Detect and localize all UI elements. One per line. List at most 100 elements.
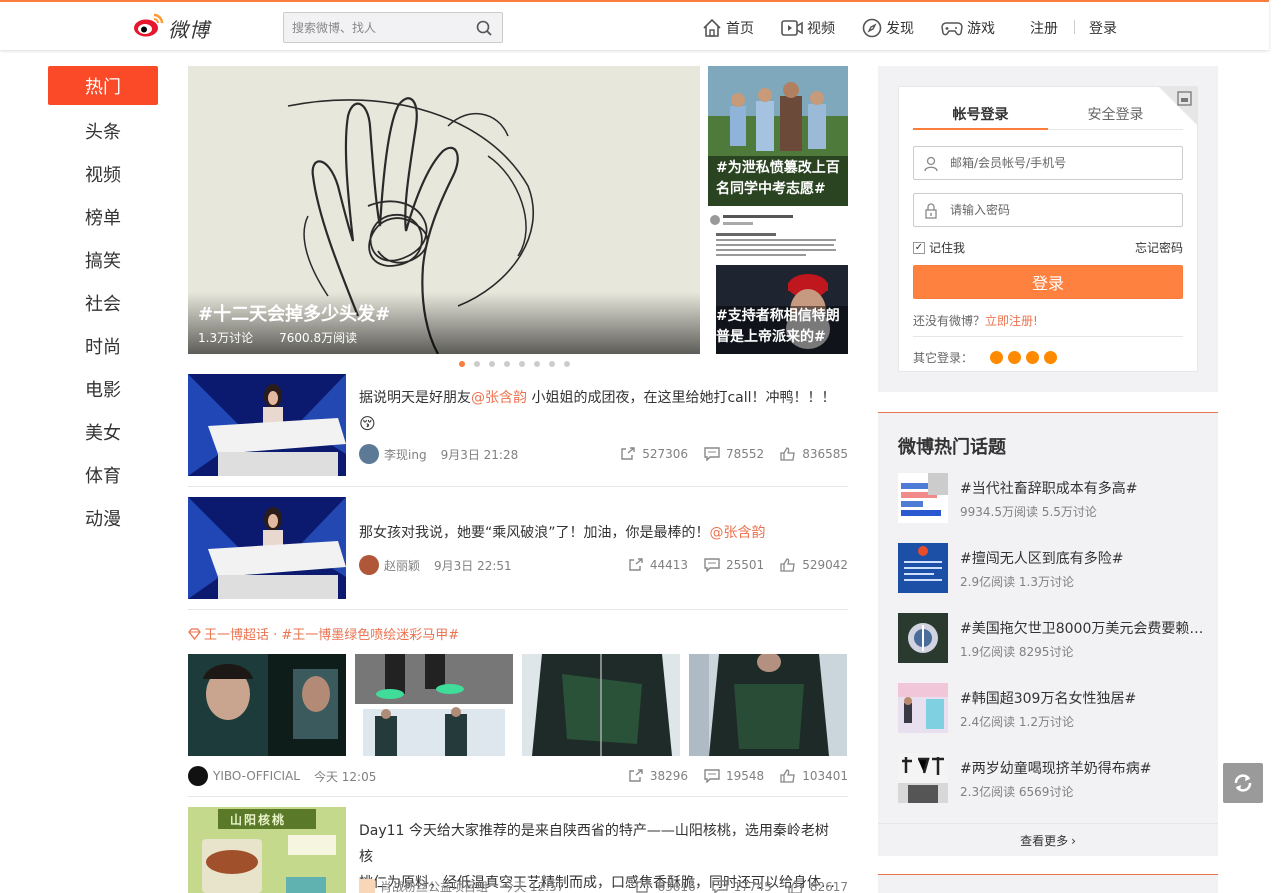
qq-icon[interactable] — [990, 351, 1004, 364]
carousel-main-slide[interactable]: #十二天会掉多少头发# 1.3万讨论 7600.8万阅读 — [188, 66, 700, 354]
carousel-dot-1[interactable] — [459, 361, 465, 367]
feed-text-part: 那女孩对我说，她要“乘风破浪”了！加油，你是最棒的！ — [359, 525, 710, 541]
search-icon[interactable] — [476, 20, 492, 36]
mention-link[interactable]: @张含韵 — [710, 525, 766, 541]
side-card-1-title: #为泄私愤篡改上百名同学中考志愿# — [716, 160, 840, 197]
feed-thumbnail[interactable] — [188, 497, 346, 599]
repost-button[interactable]: 44413 — [628, 558, 688, 572]
comment-button[interactable]: 78552 — [704, 447, 764, 461]
register-now-link[interactable]: 立即注册! — [985, 314, 1038, 328]
remember-checkbox[interactable]: ✓ — [913, 241, 925, 254]
grid-image-4[interactable] — [689, 654, 847, 756]
carousel-dots — [459, 361, 570, 367]
see-more-link[interactable]: 查看更多 › — [878, 823, 1218, 857]
feed-thumbnail[interactable]: 山阳核桃 — [188, 807, 346, 893]
avatar[interactable] — [359, 444, 379, 464]
nav-discover[interactable]: 发现 — [862, 17, 914, 39]
carousel-dot-4[interactable] — [504, 361, 510, 367]
like-button[interactable]: 529042 — [780, 558, 848, 572]
super-topic-link[interactable]: 王一博超话 · #王一博墨绿色喷绘迷彩马甲# — [188, 624, 459, 643]
carousel-main-title[interactable]: #十二天会掉多少头发# — [198, 300, 390, 326]
carousel-side-card-2[interactable]: #支持者称相信特朗普是上帝派来的# — [708, 211, 848, 354]
wechat-icon[interactable] — [1026, 351, 1040, 364]
carousel-dot-8[interactable] — [564, 361, 570, 367]
login-button[interactable]: 登录 — [913, 265, 1183, 299]
tianyi-icon[interactable] — [1044, 351, 1058, 364]
author-name[interactable]: 赵丽颖 — [384, 557, 420, 574]
author-name[interactable]: 肖战粉丝公益项目组 — [380, 878, 488, 893]
hot-topic-item[interactable]: #当代社畜辞职成本有多高# 9934.5万阅读 5.5万讨论 — [898, 473, 1208, 523]
carousel-side-card-1[interactable]: #为泄私愤篡改上百名同学中考志愿# — [708, 66, 848, 206]
category-beauty[interactable]: 美女 — [48, 410, 158, 453]
who-logo-photo — [898, 613, 948, 663]
grid-image-3[interactable] — [522, 654, 680, 756]
author-name[interactable]: YIBO-OFFICIAL — [213, 769, 300, 783]
hot-topic-item[interactable]: #美国拖欠世卫8000万美元会费要赖账# 1.9亿阅读 8295讨论 — [898, 613, 1208, 663]
taobao-icon[interactable] — [1008, 351, 1022, 364]
nav-home-label: 首页 — [726, 21, 754, 37]
category-fashion[interactable]: 时尚 — [48, 324, 158, 367]
repost-icon — [636, 879, 651, 893]
refresh-button[interactable] — [1223, 763, 1263, 803]
author-name[interactable]: 李现ing — [384, 446, 427, 463]
lock-icon — [925, 203, 937, 219]
repost-button[interactable]: 527306 — [620, 447, 688, 461]
grid-image-1[interactable] — [188, 654, 346, 756]
register-link[interactable]: 注册 — [1030, 17, 1058, 39]
category-rankings[interactable]: 榜单 — [48, 195, 158, 238]
grid-image-2[interactable] — [355, 654, 513, 756]
post-time: 9月3日 22:51 — [434, 558, 512, 573]
category-headlines[interactable]: 头条 — [48, 109, 158, 152]
category-movies[interactable]: 电影 — [48, 367, 158, 410]
avatar[interactable] — [188, 766, 208, 786]
category-society[interactable]: 社会 — [48, 281, 158, 324]
username-input[interactable] — [950, 155, 1170, 171]
like-button[interactable]: 103401 — [780, 769, 848, 783]
like-button[interactable]: 82617 — [788, 880, 848, 893]
category-hot[interactable]: 热门 — [48, 66, 158, 105]
avatar[interactable] — [359, 555, 379, 575]
forgot-password-link[interactable]: 忘记密码 — [1135, 239, 1183, 256]
hot-topic-item[interactable]: #韩国超309万名女性独居# 2.4亿阅读 1.2万讨论 — [898, 683, 1208, 733]
feed-counts: 63616 17745 82617 — [635, 880, 848, 893]
mention-link[interactable]: @张含韵 — [471, 390, 527, 406]
nav-video[interactable]: 视频 — [781, 17, 835, 39]
repost-button[interactable]: 63616 — [635, 879, 696, 893]
comment-button[interactable]: 19548 — [704, 769, 764, 783]
feed-thumbnail[interactable] — [188, 374, 346, 476]
category-anime[interactable]: 动漫 — [48, 496, 158, 539]
feed-text-part: 小姐姐的成团夜，在这里给她打call！冲鸭！！！ — [527, 390, 836, 406]
search-input[interactable] — [292, 19, 462, 37]
password-input[interactable] — [950, 202, 1170, 218]
feed-counts: 527306 78552 836585 — [620, 447, 848, 461]
category-video[interactable]: 视频 — [48, 152, 158, 195]
hot-topic-item[interactable]: #擅闯无人区到底有多险# 2.9亿阅读 1.3万讨论 — [898, 543, 1208, 593]
active-tab-indicator — [913, 128, 1048, 130]
tab-account-login[interactable]: 帐号登录 — [913, 104, 1048, 124]
remember-label: 记住我 — [929, 241, 966, 255]
carousel-dot-7[interactable] — [549, 361, 555, 367]
image-grid — [188, 654, 847, 756]
carousel-dot-2[interactable] — [474, 361, 480, 367]
carousel-dot-6[interactable] — [534, 361, 540, 367]
carousel-dot-3[interactable] — [489, 361, 495, 367]
video-icon — [781, 20, 803, 36]
feed-counts: 44413 25501 529042 — [628, 558, 848, 572]
category-funny[interactable]: 搞笑 — [48, 238, 158, 281]
like-button[interactable]: 836585 — [780, 447, 848, 461]
nav-home[interactable]: 首页 — [702, 17, 754, 39]
remember-me[interactable]: ✓ 记住我 — [913, 239, 965, 256]
comment-button[interactable]: 25501 — [704, 558, 764, 572]
hot-topic-item[interactable]: #两岁幼童喝现挤羊奶得布病# 2.3亿阅读 6569讨论 — [898, 753, 1208, 803]
blue-poster-photo — [898, 543, 948, 593]
category-sports[interactable]: 体育 — [48, 453, 158, 496]
hot-topic-stats: 9934.5万阅读 5.5万讨论 — [960, 505, 1097, 519]
charity-logo-icon[interactable] — [359, 878, 375, 893]
login-link[interactable]: 登录 — [1089, 17, 1117, 39]
carousel-dot-5[interactable] — [519, 361, 525, 367]
comment-button[interactable]: 17745 — [711, 880, 772, 893]
repost-button[interactable]: 38296 — [628, 769, 688, 783]
nav-game[interactable]: 游戏 — [941, 17, 995, 39]
weibo-logo[interactable]: 微博 — [132, 9, 217, 43]
qr-corner-icon[interactable] — [1158, 86, 1198, 126]
